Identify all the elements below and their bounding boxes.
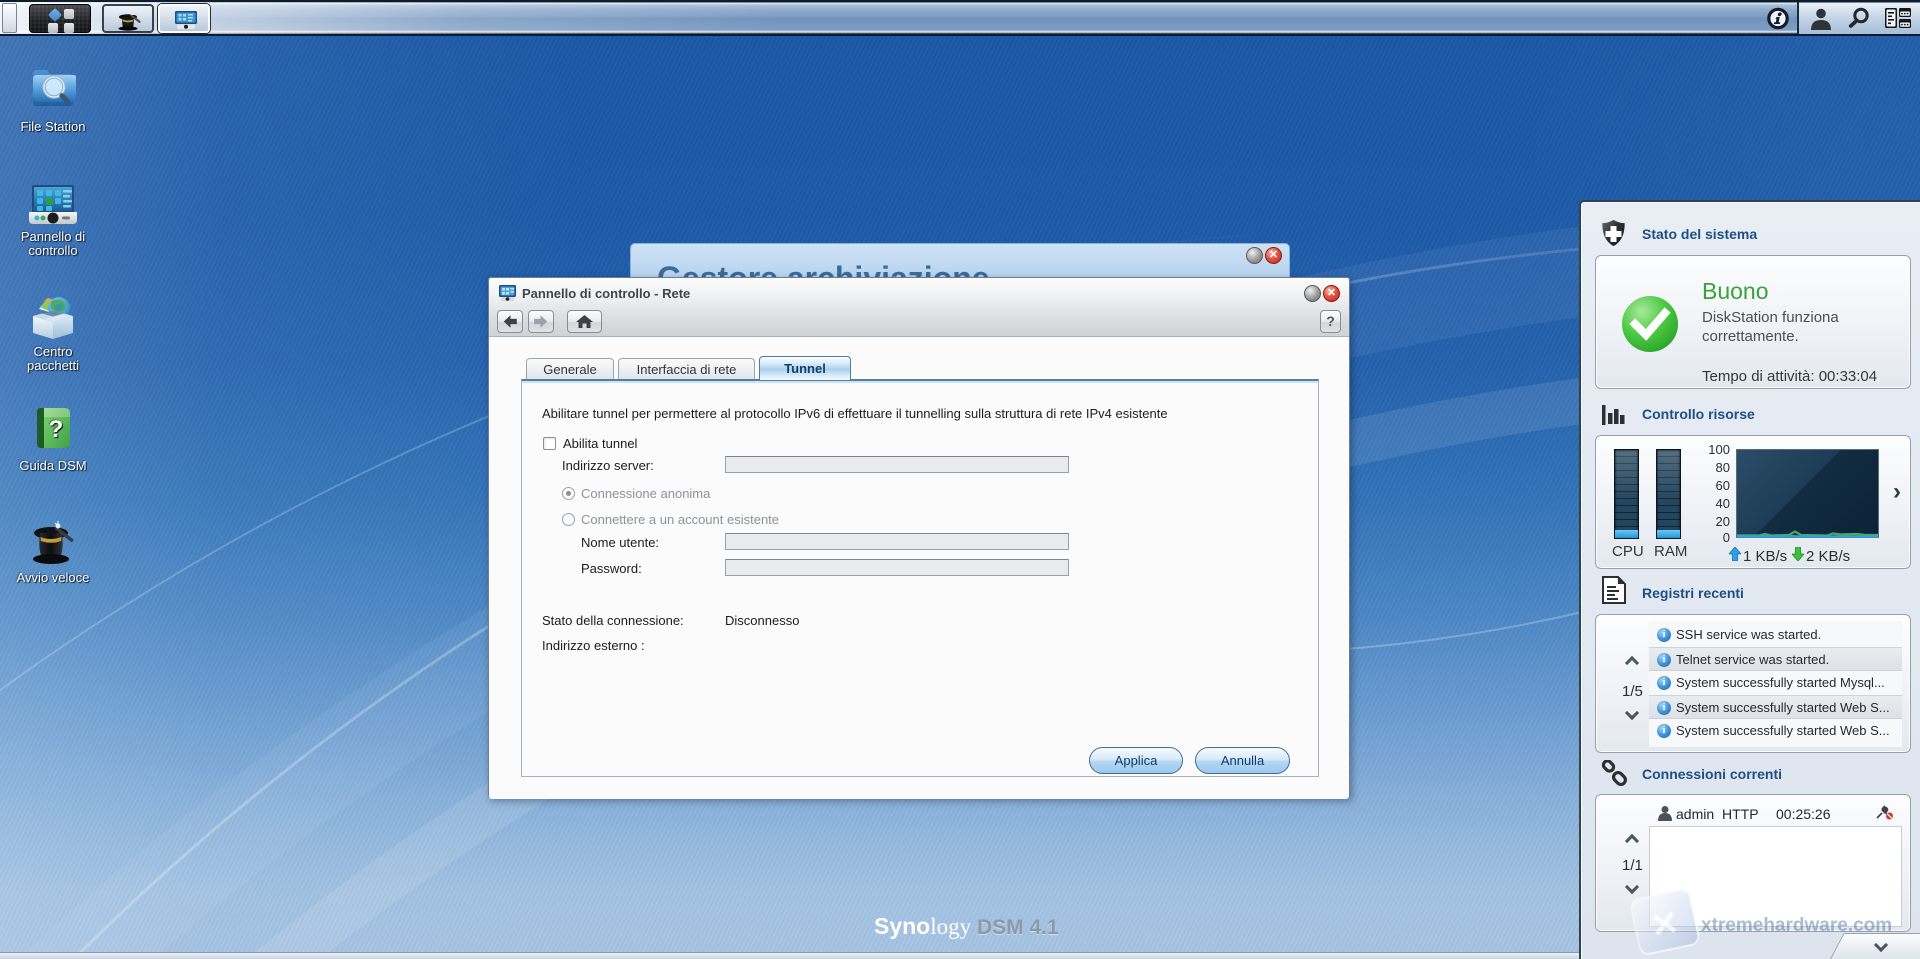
svg-text:?: ? xyxy=(49,416,64,443)
